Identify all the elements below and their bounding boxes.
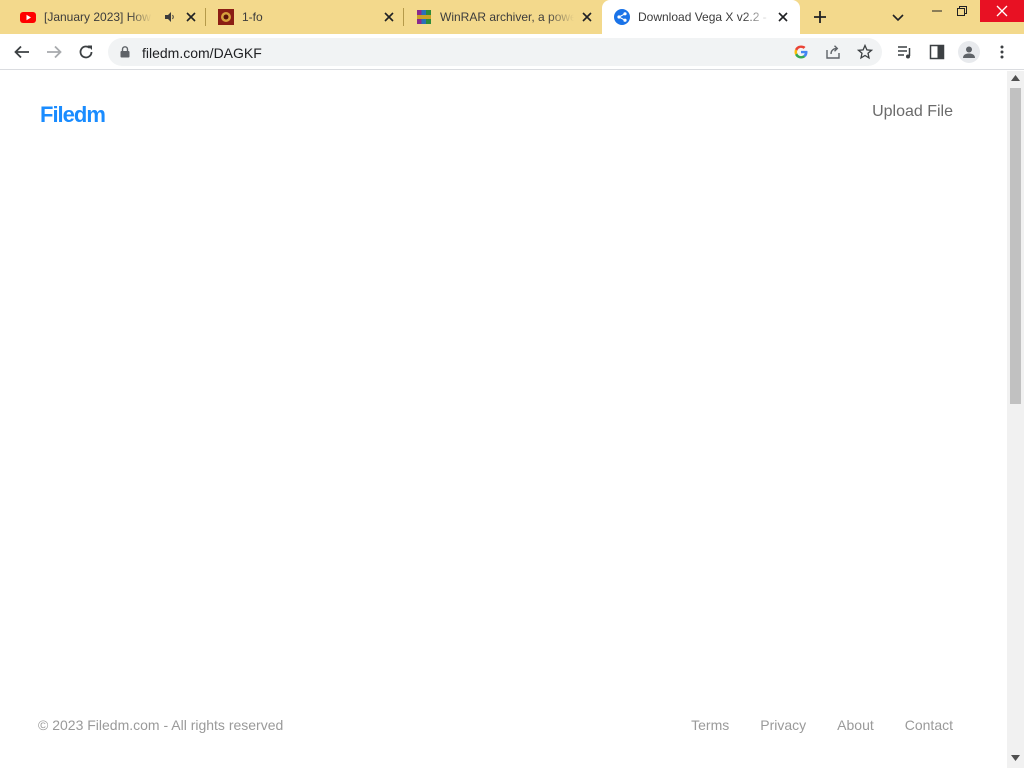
- tab-1-fo[interactable]: 1-fo: [206, 0, 404, 34]
- chevron-down-icon[interactable]: [891, 10, 905, 24]
- site-favicon: [218, 9, 234, 25]
- close-icon: [996, 5, 1008, 17]
- page-content: Filedm Upload File © 2023 Filedm.com - A…: [0, 71, 1007, 768]
- restore-icon: [957, 6, 967, 16]
- forward-arrow-icon[interactable]: [45, 43, 63, 61]
- reload-icon[interactable]: [77, 43, 95, 61]
- vertical-scrollbar[interactable]: [1007, 71, 1024, 768]
- footer-link-about[interactable]: About: [837, 717, 874, 733]
- footer-copyright: © 2023 Filedm.com - All rights reserved: [38, 717, 284, 733]
- scroll-up-arrow-icon[interactable]: [1011, 75, 1020, 81]
- scrollbar-thumb[interactable]: [1010, 88, 1021, 404]
- tab-title: 1-fo: [242, 10, 263, 24]
- winrar-icon: [417, 10, 431, 24]
- tab-youtube[interactable]: [January 2023] How T: [8, 0, 206, 34]
- share-icon[interactable]: [825, 44, 841, 60]
- speaker-icon[interactable]: [164, 11, 176, 23]
- footer-link-terms[interactable]: Terms: [691, 717, 729, 733]
- youtube-icon: [20, 12, 36, 23]
- tab-vega-x[interactable]: Download Vega X v2.2 -: [602, 0, 800, 34]
- filedm-logo[interactable]: Filedm: [40, 102, 106, 128]
- side-panel-icon[interactable]: [929, 44, 945, 60]
- lock-icon[interactable]: [120, 46, 130, 58]
- tab-title: Download Vega X v2.2 -: [638, 10, 767, 24]
- minimize-icon: [932, 10, 942, 12]
- google-icon[interactable]: [793, 44, 809, 60]
- profile-avatar[interactable]: [958, 41, 980, 63]
- tab-title: WinRAR archiver, a powe: [440, 10, 574, 24]
- address-bar[interactable]: filedm.com/DAGKF: [108, 38, 882, 66]
- restore-button[interactable]: [945, 0, 979, 22]
- more-vert-icon[interactable]: [994, 44, 1010, 60]
- upload-file-link[interactable]: Upload File: [872, 103, 953, 121]
- close-tab-icon[interactable]: [382, 10, 396, 24]
- close-tab-icon[interactable]: [776, 10, 790, 24]
- bookmark-star-icon[interactable]: [857, 44, 873, 60]
- browser-toolbar: filedm.com/DAGKF: [0, 34, 1024, 70]
- close-window-button[interactable]: [980, 0, 1024, 22]
- share-favicon: [614, 9, 630, 25]
- footer-links: Terms Privacy About Contact: [691, 717, 953, 733]
- tab-strip: [January 2023] How T 1-fo WinRAR archive…: [0, 0, 1024, 34]
- footer-link-privacy[interactable]: Privacy: [760, 717, 806, 733]
- close-tab-icon[interactable]: [184, 10, 198, 24]
- footer-link-contact[interactable]: Contact: [905, 717, 953, 733]
- person-icon: [963, 46, 975, 58]
- media-control-icon[interactable]: [897, 44, 913, 60]
- url-text[interactable]: filedm.com/DAGKF: [142, 45, 262, 61]
- tab-winrar[interactable]: WinRAR archiver, a powe: [404, 0, 602, 34]
- close-tab-icon[interactable]: [580, 10, 594, 24]
- new-tab-icon[interactable]: [811, 8, 829, 26]
- tab-title: [January 2023] How T: [44, 10, 152, 24]
- scroll-down-arrow-icon[interactable]: [1011, 755, 1020, 761]
- back-arrow-icon[interactable]: [13, 43, 31, 61]
